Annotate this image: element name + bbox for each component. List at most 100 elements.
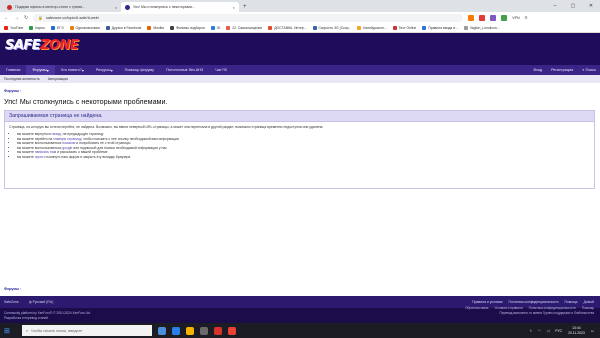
subnav-latest-activity[interactable]: Последняя активность [4,77,40,81]
tray-chevron-icon[interactable]: ˄ [530,329,532,333]
footer-top-link[interactable]: Обратная связь [465,306,488,311]
bookmark-item[interactable]: 22. Самоочищение [226,25,262,30]
logo-accent: ZONE [40,38,79,53]
breadcrumb[interactable]: Форумы › [4,89,21,93]
tab-close-icon[interactable]: × [115,5,117,10]
bookmark-item[interactable]: Скорость 3G (Скор... [312,25,351,30]
suggestion-link[interactable]: главную страницу [53,137,81,141]
nav-item[interactable]: Ресурсы ▾ [90,65,119,75]
login-link[interactable]: Вход [533,68,542,72]
network-icon[interactable]: ◠ [538,329,541,333]
site-logo[interactable]: SAFEZONE [5,38,79,53]
nav-item[interactable]: Чат?!0 [209,65,233,75]
extension-icon[interactable] [479,14,486,21]
back-icon[interactable]: ← [4,15,9,21]
suggestion-link[interactable]: поиском [62,141,75,145]
maximize-button[interactable]: ▢ [564,0,582,12]
footer-link[interactable]: Правила и условия [472,300,502,304]
breadcrumb-link[interactable]: Форумы [4,89,19,93]
taskbar-app-icon[interactable] [213,326,222,335]
register-link[interactable]: Регистрация [551,68,573,72]
bookmark-item[interactable]: Правила ввода в... [422,25,458,30]
nav-item[interactable]: Что нового? ▾ [55,65,90,75]
footer-top-link[interactable]: Политика конфиденциальности [529,306,576,311]
menu-icon[interactable]: ≡ [525,15,528,21]
bookmark-item[interactable]: Vagfon_Lonolicon... [463,25,500,30]
bookmark-item[interactable]: Одноклассники [69,25,100,30]
bookmark-favicon-icon [312,25,317,30]
taskbar-app-icon[interactable] [199,326,208,335]
reload-icon[interactable]: ↻ [24,15,28,21]
bookmark-label: Друзья в Facebook [111,25,142,30]
footer-language-chooser[interactable]: ◍ Русский (RU) [29,300,54,304]
taskbar-app-icon[interactable] [227,326,236,335]
credits-text[interactable]: Разработка и перевод стилей [4,316,91,321]
extension-icon[interactable] [490,14,497,21]
bookmark-item[interactable]: YouTube [4,25,23,30]
footer-top-link[interactable]: Помощь [582,306,594,311]
extension-icon[interactable] [468,14,475,21]
footer-link[interactable]: Политика конфиденциальности [509,300,559,304]
language-label: Русский (RU) [32,300,54,304]
taskbar-search[interactable]: ⌕ Чтобы начать поиск, введите [21,325,152,336]
notice-body: Страница, на которую вы хотели перейти, … [5,122,594,163]
close-window-button[interactable]: ✕ [582,0,600,12]
taskbar-app-icon[interactable] [157,326,166,335]
new-tab-button[interactable]: + [243,2,247,12]
nav-item[interactable]: Форумы ▾ [26,65,55,75]
minimize-button[interactable]: – [546,0,564,12]
bookmark-item[interactable]: Карты [29,25,45,30]
suggestion-item: вы можете просто покинуть наш форум и за… [17,155,590,160]
url-field[interactable]: 🔒 safezone.cc/topic/it-safe/it-web/ [33,13,464,22]
bookmark-item[interactable]: Калейдоскоп... [357,25,387,30]
bottom-breadcrumb[interactable]: Форумы › [4,287,21,291]
vpn-badge[interactable]: VPN [512,16,519,20]
bookmark-item[interactable]: ЕГЭ [51,25,64,30]
forward-icon[interactable]: → [14,15,19,21]
browser-tab-active[interactable]: Упс! Мы столкнулись с некоторыми... × [121,2,239,12]
chevron-down-icon[interactable]: ▾ [82,68,84,73]
bookmark-item[interactable]: Gt [210,25,220,30]
bookmark-item[interactable]: Тест Online [392,25,416,30]
tab-close-icon[interactable]: × [233,5,235,10]
nav-item-label: Главная [6,68,21,72]
address-toolbar: ← → ↻ 🔒 safezone.cc/topic/it-safe/it-web… [0,12,600,23]
footer-link[interactable]: Домой [584,300,594,304]
subnav-auth[interactable]: Авторизация [48,77,68,81]
bookmark-item[interactable]: Друзья в Facebook [105,25,142,30]
windows-start-icon[interactable]: ⊞ [4,327,10,335]
bookmark-item[interactable]: Фильмы подборка [169,25,205,30]
suggestion-link[interactable]: просто [35,155,46,159]
chevron-down-icon[interactable]: ▾ [47,68,49,73]
chevron-down-icon[interactable]: ▾ [111,68,113,73]
suggestion-link[interactable]: google [62,146,72,150]
globe-icon: ◍ [28,300,32,304]
footer-style-chooser[interactable]: SafeZone [4,300,19,304]
suggestion-link[interactable]: назад [52,132,61,136]
tab-favicon-icon [125,4,130,10]
browser-tab[interactable]: Подарки офисы в ментор-столе с тремя... … [3,2,121,12]
notifications-icon[interactable]: ▭ [591,329,594,333]
nav-item-label: Помощь форуму [124,68,155,72]
footer-top-link[interactable]: Условия и правила [494,306,522,311]
nav-item[interactable]: Помощь форуму [119,65,160,75]
breadcrumb-link[interactable]: Форумы [4,287,19,291]
bookmark-item[interactable]: ДОСТАВКА. Интер... [268,25,307,30]
bookmark-favicon-icon [392,25,397,30]
footer-link[interactable]: Помощь [565,300,578,304]
bookmark-label: Mozilla [153,25,164,30]
nav-item[interactable]: Главная [0,65,26,75]
copyright-text[interactable]: Community platform by XenForo® © 2010-20… [4,311,91,316]
nav-item[interactable]: Потолочные без АНЗ [160,65,209,75]
extension-icon[interactable] [501,14,508,21]
logo-main: SAFE [5,38,41,53]
volume-icon[interactable]: ◁ [547,329,550,333]
bookmark-favicon-icon [210,25,215,30]
search-link[interactable]: ⌕ Поиск [582,68,596,72]
suggestion-link[interactable]: написать нам [35,150,56,154]
taskbar-app-icon[interactable] [171,326,180,335]
clock[interactable]: 13:44 20.11.2023 [568,326,585,335]
bookmark-item[interactable]: Mozilla [147,25,164,30]
language-indicator[interactable]: РУС [555,329,562,333]
taskbar-app-icon[interactable] [185,326,194,335]
